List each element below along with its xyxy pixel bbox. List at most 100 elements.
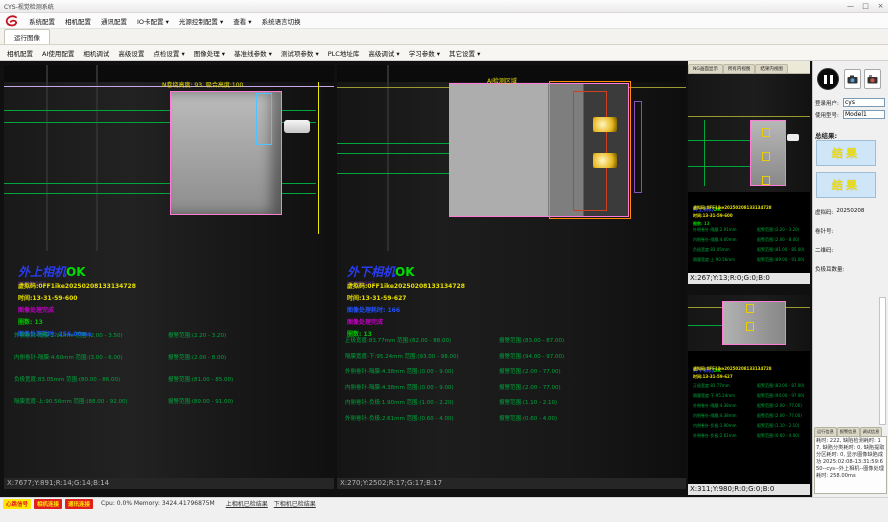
info-line: 时间:13-31-59-627	[347, 293, 465, 302]
toolbar-item[interactable]: AI使用配置	[42, 48, 74, 58]
menu-item[interactable]: IO卡配置 ▾	[137, 16, 169, 26]
measurement-row: 内侧卷针-隔膜:4.38mm 范围:(0.00 - 9.00) 报警范围:(2.…	[345, 383, 682, 391]
measurement-row: 正极宽度:83.77mm 范围:(82.00 - 88.00) 报警范围:(83…	[345, 336, 682, 344]
measurement-value: 外侧卷针-隔膜:4.38mm 范围:(0.00 - 9.00)	[345, 367, 499, 375]
measurement-row: 内侧卷针-隔膜:4.60mm 报警范围:(2.00 - 8.00)	[693, 237, 804, 243]
pixel-coordinates-mini-bottom: X:311;Y:980;R:0;G:0;B:0	[688, 484, 810, 495]
alarm-range: 报警范围:(2.00 - 77.00)	[499, 383, 561, 391]
camera-title: 外上相机	[18, 265, 66, 279]
ai-region-label: AI检测区域	[487, 76, 517, 85]
mini-view-tabs: NG画面显示所有内视图结果内视图	[688, 61, 810, 74]
menu-item[interactable]: 光源控制配置 ▾	[179, 16, 223, 26]
yellow-reference-line	[318, 82, 319, 234]
window-control-button[interactable]: —	[843, 2, 858, 10]
alarm-range: 报警范围:(2.20 - 3.20)	[168, 331, 226, 339]
roi-box	[746, 322, 754, 331]
mini-info-bottom: 虚拟码:0FF1ike20250208133134728 时间:13-31-59-…	[693, 366, 772, 382]
camera-panel-lower: AI检测区域 外下相机OK NG类型:0/1T 虚拟码:0FF1ike20250…	[337, 65, 686, 489]
log-text-area[interactable]: 耗时: 222, 缺陷检测耗时: 17, 缺陷分类耗时: 0, 缺陷提取分区耗时…	[814, 436, 887, 494]
camera-image-upper[interactable]: N卷绕高度: 93. 吸合高度:100 外上相机OK NG类型:0/1T 虚拟码…	[4, 65, 334, 478]
toolbar-item[interactable]: 学习参数 ▾	[409, 48, 440, 58]
code-row: 二维码:	[815, 246, 887, 254]
pixel-coordinates-mini-top: X:267;Y:13;R:0;G:0;B:0	[688, 273, 810, 284]
toolbar-item[interactable]: 基准线参数 ▾	[234, 48, 272, 58]
toolbar-item[interactable]: 相机调试	[83, 48, 109, 58]
field-row: 使用型号:	[815, 110, 887, 119]
roi-box	[762, 128, 770, 137]
camera-image-lower[interactable]: AI检测区域 外下相机OK NG类型:0/1T 虚拟码:0FF1ike20250…	[337, 65, 686, 478]
green-guide-line	[688, 140, 750, 141]
camera-view-button[interactable]	[844, 69, 861, 89]
mini-info-top: 虚拟码:0FF1ike20250208133134728时间:13-31-59-…	[693, 205, 772, 229]
tab-highlight	[593, 153, 617, 168]
status-badge: 通讯连接	[65, 499, 93, 509]
alarm-range: 报警范围:(94.00 - 97.00)	[757, 393, 804, 399]
menu-item[interactable]: 相机配置	[65, 16, 91, 26]
info-line: 时间:13-31-59-600	[18, 293, 136, 302]
total-result-label: 总结果:	[815, 130, 837, 140]
probe-roller	[284, 120, 310, 133]
alarm-range: 报警范围:(2.00 - 8.00)	[757, 237, 799, 243]
measurement-value: 隔膜宽度-上:90.56mm 范围:(88.00 - 92.00)	[14, 397, 168, 405]
measurement-row: 外侧卷针-隔膜:2.91mm 范围:(2.00 - 3.50) 报警范围:(2.…	[14, 331, 330, 339]
log-tab[interactable]: 调试信息	[860, 427, 883, 436]
info-line: 时间:13-31-59-627	[693, 374, 772, 380]
menu-item[interactable]: 通讯配置	[101, 16, 127, 26]
tab-run-image[interactable]: 运行图像	[4, 29, 50, 44]
measurement-value: 内侧卷针-隔膜:4.60mm 范围:(3.00 - 6.00)	[14, 353, 168, 361]
menu-item[interactable]: 系统配置	[29, 16, 55, 26]
info-lines-lower: 虚拟码:0FF1ike20250208133134728时间:13-31-59-…	[347, 281, 465, 341]
mini-camera-image-bottom[interactable]	[688, 295, 810, 351]
mini-view-tab[interactable]: NG画面显示	[688, 64, 723, 73]
window-control-button[interactable]: ×	[873, 2, 888, 10]
measurement-value: 内侧卷针-负极:1.90mm 范围:(1.00 - 2.20)	[345, 398, 499, 406]
toolbar-item[interactable]: 高级调试 ▾	[368, 48, 399, 58]
menu-item[interactable]: 系统语言切换	[262, 16, 301, 26]
status-badge: 相机连接	[34, 499, 62, 509]
alarm-range: 报警范围:(2.00 - 77.00)	[499, 367, 561, 375]
measurement-row: 负极宽度:83.05mm 报警范围:(81.00 - 85.00)	[693, 247, 804, 253]
green-guide-line	[704, 120, 705, 186]
info-line: 虚拟码:0FF1ike20250208133134728	[693, 366, 772, 372]
status-links: 上相机已检结果下相机已检结果	[220, 499, 316, 508]
code-label: 虚拟码:	[815, 208, 833, 216]
tab-highlight	[593, 117, 617, 132]
alarm-range: 报警范围:(0.60 - 4.00)	[757, 433, 799, 439]
log-tab[interactable]: 报警信息	[837, 427, 860, 436]
camera-switch-button[interactable]	[864, 69, 881, 89]
status-link[interactable]: 下相机已检结果	[274, 499, 316, 508]
mini-view-tab[interactable]: 所有内视图	[723, 64, 756, 73]
toolbar-item[interactable]: 高级设置	[118, 48, 144, 58]
measurement-row: 内侧卷针-隔膜:4.60mm 范围:(3.00 - 6.00) 报警范围:(2.…	[14, 353, 330, 361]
measurement-row: 隔膜宽度-上:90.56mm 范围:(88.00 - 92.00) 报警范围:(…	[14, 397, 330, 405]
alarm-range: 报警范围:(1.10 - 2.10)	[499, 398, 557, 406]
detection-box	[256, 93, 272, 145]
toolbar-item[interactable]: 其它设置 ▾	[449, 48, 480, 58]
measurement-value: 内侧卷针-负极:1.90mm	[693, 423, 757, 429]
alarm-range: 报警范围:(2.00 - 77.00)	[757, 413, 802, 419]
code-label: 负极耳数量:	[815, 265, 844, 273]
status-link[interactable]: 上相机已检结果	[226, 499, 268, 508]
guide-line	[688, 116, 810, 117]
toolbar-item[interactable]: 测试项参数 ▾	[281, 48, 319, 58]
measurement-list-lower: 正极宽度:83.77mm 范围:(82.00 - 88.00) 报警范围:(83…	[345, 336, 682, 429]
field-input[interactable]	[843, 98, 885, 107]
log-tab[interactable]: 运行信息	[814, 427, 837, 436]
pause-button[interactable]	[817, 68, 839, 90]
alarm-range: 报警范围:(89.00 - 91.00)	[757, 257, 804, 263]
toolbar-item[interactable]: 图像处理 ▾	[194, 48, 225, 58]
toolbar-item[interactable]: 点检设置 ▾	[153, 48, 184, 58]
measurement-value: 外侧卷针-隔膜:2.91mm 范围:(2.00 - 3.50)	[14, 331, 168, 339]
mini-view-tab[interactable]: 结果内视图	[755, 64, 788, 73]
alarm-range: 报警范围:(83.00 - 87.00)	[499, 336, 564, 344]
toolbar-item[interactable]: PLC地址库	[328, 48, 360, 58]
measurement-value: 外侧卷针-隔膜:2.91mm	[693, 227, 757, 233]
window-control-button[interactable]: □	[858, 2, 873, 10]
roi-box	[762, 152, 770, 161]
vertical-scrollbar[interactable]	[879, 297, 886, 425]
field-input[interactable]	[843, 110, 885, 119]
mini-camera-image-top[interactable]	[688, 74, 810, 192]
menu-item[interactable]: 查看 ▾	[233, 16, 251, 26]
toolbar-item[interactable]: 相机配置	[7, 48, 33, 58]
measurement-value: 正极宽度:83.77mm	[693, 383, 757, 389]
